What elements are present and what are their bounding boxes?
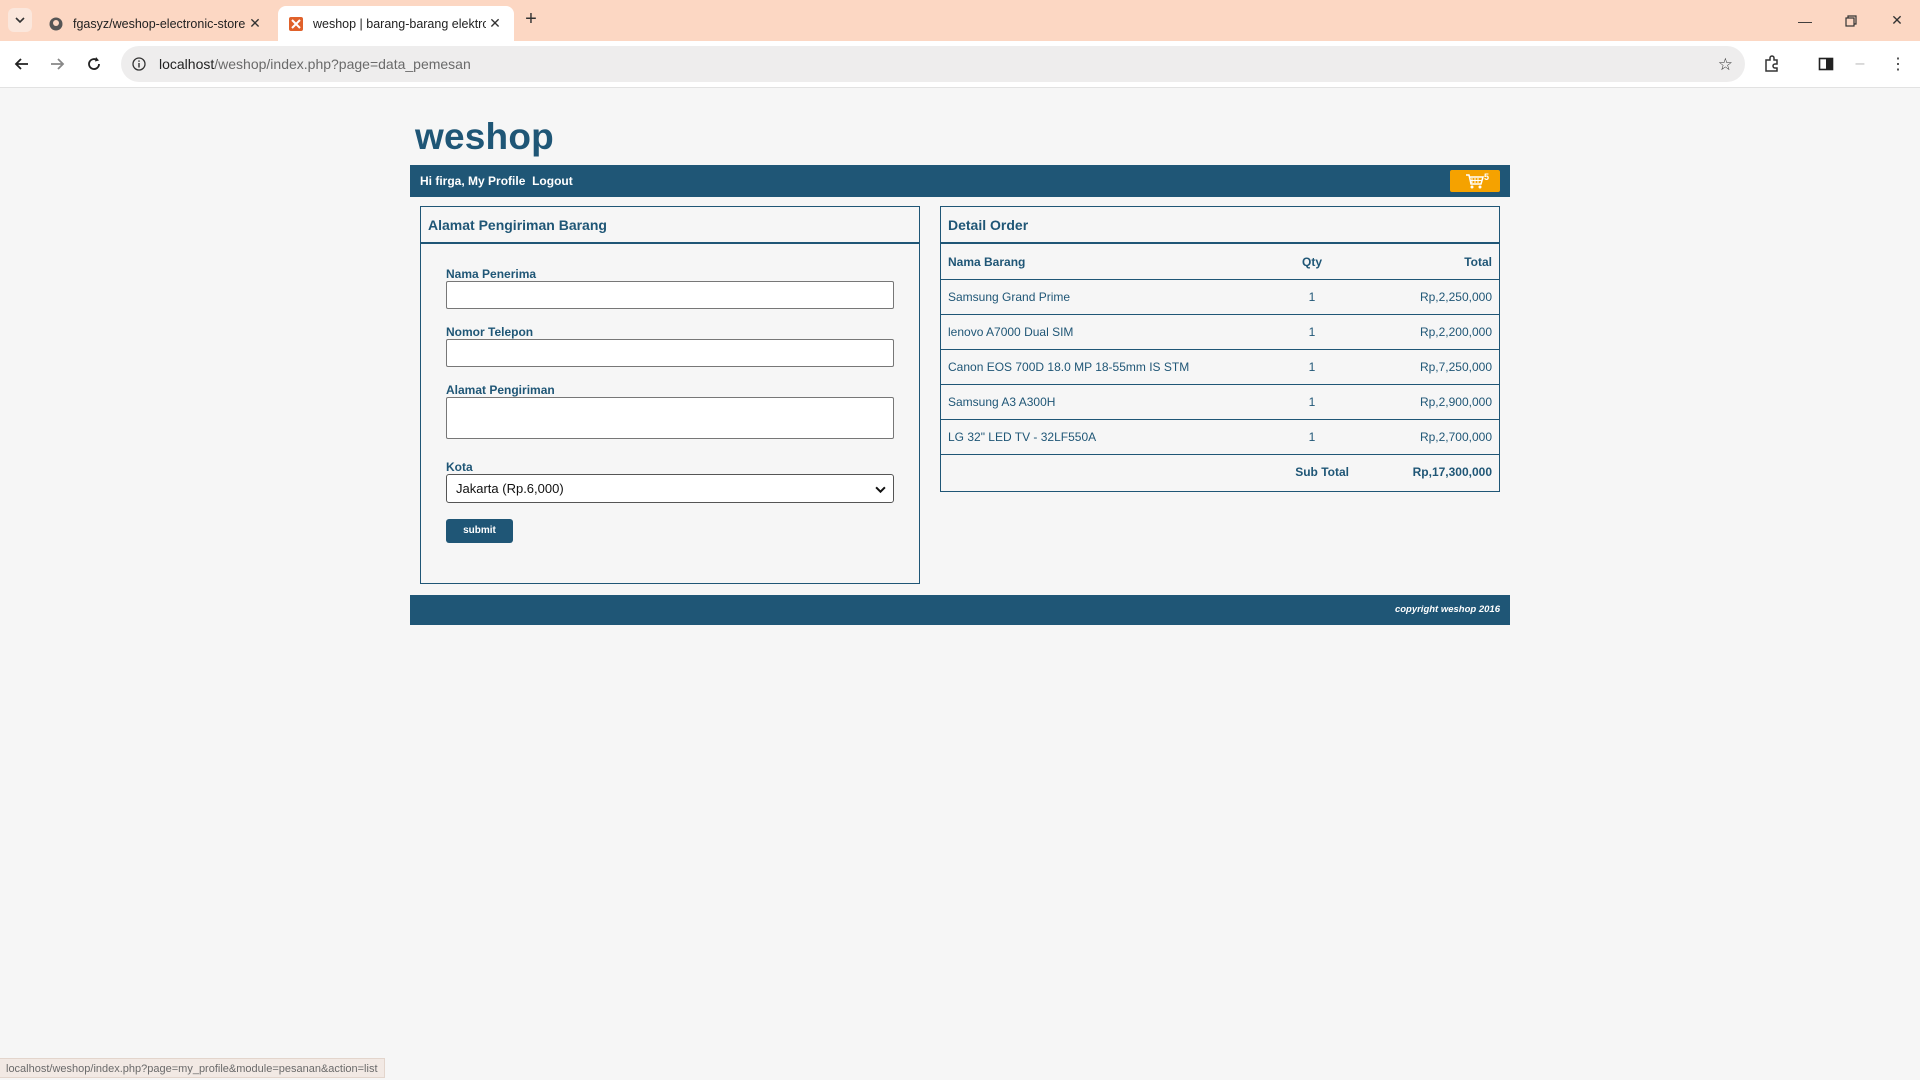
cart-button[interactable]: 5 [1450, 170, 1500, 192]
extensions-icon[interactable] [1761, 53, 1783, 75]
subtotal-row: Sub Total Rp,17,300,000 [941, 455, 1499, 490]
submit-button[interactable]: submit [446, 519, 513, 543]
item-name: LG 32" LED TV - 32LF550A [941, 419, 1275, 455]
table-row: Canon EOS 700D 18.0 MP 18-55mm IS STM 1 … [941, 349, 1499, 385]
subtotal-label: Sub Total [1295, 465, 1349, 479]
city-select[interactable]: Jakarta (Rp.6,000) [446, 474, 894, 503]
minimize-icon[interactable]: — [1782, 0, 1828, 41]
cart-count: 5 [1483, 172, 1489, 182]
shopping-cart-icon [1466, 174, 1484, 189]
greeting-prefix: Hi [420, 174, 436, 188]
github-icon [48, 16, 64, 32]
username: firga [435, 174, 462, 188]
city-selected-value: Jakarta (Rp.6,000) [456, 481, 564, 496]
recipient-name-label: Nama Penerima [446, 267, 537, 281]
address-bar[interactable]: localhost/weshop/index.php?page=data_pem… [121, 46, 1745, 82]
order-detail-panel: Detail Order Nama Barang Qty Total Samsu… [940, 206, 1500, 492]
site-logo[interactable]: weshop [415, 116, 554, 158]
menu-kebab-icon[interactable]: ⋮ [1887, 53, 1909, 75]
browser-toolbar: localhost/weshop/index.php?page=data_pem… [0, 41, 1920, 88]
url-path: /weshop/index.php?page=data_pemesan [214, 56, 471, 72]
item-qty: 1 [1275, 279, 1349, 315]
subtotal-spacer [941, 455, 1275, 490]
item-total: Rp,2,900,000 [1349, 384, 1499, 420]
back-arrow-icon[interactable] [8, 50, 36, 78]
chevron-down-icon [15, 17, 25, 24]
phone-input[interactable] [446, 339, 894, 367]
recipient-name-input[interactable] [446, 281, 894, 309]
top-nav-bar: Hi firga, My Profile Logout 5 [410, 165, 1510, 197]
reload-icon[interactable] [80, 50, 108, 78]
shipping-address-panel: Alamat Pengiriman Barang Nama Penerima N… [420, 206, 920, 584]
bookmark-star-icon[interactable]: ☆ [1718, 55, 1733, 75]
item-name: Samsung A3 A300H [941, 384, 1275, 420]
info-icon[interactable] [131, 56, 147, 72]
new-tab-button[interactable]: + [520, 9, 542, 31]
browser-tab-bar: fgasyz/weshop-electronic-store ✕ weshop … [0, 0, 1920, 41]
item-name: Samsung Grand Prime [941, 279, 1275, 315]
item-total: Rp,2,200,000 [1349, 314, 1499, 350]
item-name: Canon EOS 700D 18.0 MP 18-55mm IS STM [941, 349, 1275, 385]
item-qty: 1 [1275, 349, 1349, 385]
chevron-down-icon [875, 476, 886, 504]
address-label: Alamat Pengiriman [446, 383, 555, 397]
phone-label: Nomor Telepon [446, 325, 534, 339]
column-header-item: Nama Barang [941, 244, 1275, 280]
table-header-row: Nama Barang Qty Total [941, 244, 1499, 280]
item-total: Rp,2,250,000 [1349, 279, 1499, 315]
item-total: Rp,2,700,000 [1349, 419, 1499, 455]
table-row: Samsung Grand Prime 1 Rp,2,250,000 [941, 279, 1499, 315]
close-icon[interactable]: ✕ [246, 15, 264, 32]
table-row: Samsung A3 A300H 1 Rp,2,900,000 [941, 384, 1499, 420]
browser-tab-weshop[interactable]: weshop | barang-barang elektronik ✕ [278, 6, 514, 41]
user-greeting: Hi firga, My Profile Logout [420, 174, 573, 188]
column-header-total: Total [1349, 244, 1499, 280]
item-qty: 1 [1275, 384, 1349, 420]
item-total: Rp,7,250,000 [1349, 349, 1499, 385]
site-footer: copyright weshop 2016 [410, 595, 1510, 625]
profile-icon[interactable]: – [1849, 53, 1871, 75]
url-text: localhost/weshop/index.php?page=data_pem… [159, 56, 471, 72]
my-profile-link[interactable]: My Profile [468, 174, 525, 188]
item-qty: 1 [1275, 314, 1349, 350]
column-header-qty: Qty [1275, 244, 1349, 280]
address-textarea[interactable] [446, 397, 894, 439]
greeting-comma: , [461, 174, 465, 188]
tab-search-button[interactable] [8, 8, 32, 32]
xampp-icon [288, 16, 304, 32]
url-host: localhost [159, 56, 215, 72]
order-panel-title: Detail Order [941, 207, 1499, 244]
order-table: Nama Barang Qty Total Samsung Grand Prim… [941, 244, 1499, 489]
item-name: lenovo A7000 Dual SIM [941, 314, 1275, 350]
forward-arrow-icon[interactable] [43, 50, 71, 78]
subtotal-value: Rp,17,300,000 [1412, 465, 1492, 479]
tab-title: weshop | barang-barang elektronik [313, 16, 486, 31]
status-bar-url: localhost/weshop/index.php?page=my_profi… [0, 1058, 385, 1078]
close-icon[interactable]: ✕ [486, 15, 504, 32]
city-label: Kota [446, 460, 473, 474]
tab-title: fgasyz/weshop-electronic-store [73, 16, 246, 31]
item-qty: 1 [1275, 419, 1349, 455]
browser-tab-github[interactable]: fgasyz/weshop-electronic-store ✕ [38, 6, 274, 41]
shipping-panel-title: Alamat Pengiriman Barang [421, 207, 919, 244]
logout-link[interactable]: Logout [532, 174, 573, 188]
restore-icon[interactable] [1828, 0, 1874, 41]
close-window-icon[interactable]: ✕ [1874, 0, 1920, 41]
side-panel-icon[interactable] [1815, 53, 1837, 75]
table-row: LG 32" LED TV - 32LF550A 1 Rp,2,700,000 [941, 419, 1499, 455]
table-row: lenovo A7000 Dual SIM 1 Rp,2,200,000 [941, 314, 1499, 350]
